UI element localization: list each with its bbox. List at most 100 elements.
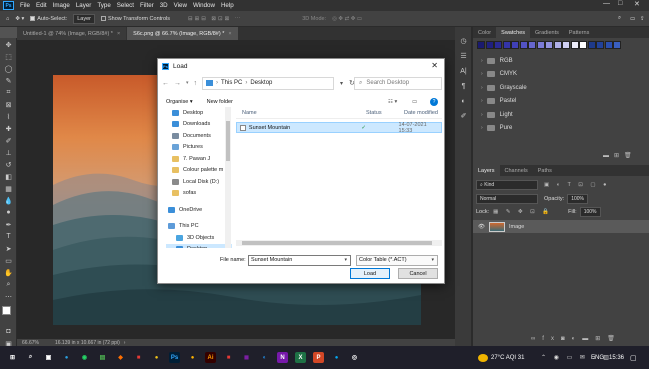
- minimize-button[interactable]: —: [603, 0, 610, 7]
- color-swatch[interactable]: [553, 41, 562, 49]
- lasso-tool-icon[interactable]: ◯: [2, 63, 15, 74]
- color-swatch[interactable]: [494, 41, 502, 49]
- menu-file[interactable]: File: [20, 2, 30, 9]
- auto-select-checkbox[interactable]: [30, 16, 36, 21]
- taskbar-app-icon[interactable]: ◎: [349, 352, 360, 363]
- history-icon[interactable]: ◷: [457, 35, 470, 47]
- close-window-button[interactable]: ✕: [634, 0, 640, 8]
- frame-tool-icon[interactable]: ⊠: [2, 99, 15, 110]
- link-icon[interactable]: ∞: [531, 336, 542, 342]
- eye-icon[interactable]: 👁: [478, 224, 485, 230]
- file-name-input[interactable]: Sunset Mountain ▾: [248, 254, 351, 266]
- menu-edit[interactable]: Edit: [36, 2, 47, 9]
- help-icon[interactable]: ?: [430, 97, 438, 106]
- taskbar-app-icon[interactable]: ●: [187, 352, 198, 363]
- nav-scrollbar[interactable]: [225, 107, 231, 248]
- recent-swatches[interactable]: [473, 38, 649, 54]
- language-indicator[interactable]: ENG: [591, 355, 604, 361]
- menu-layer[interactable]: Layer: [76, 2, 91, 9]
- add-icon[interactable]: ⊞: [614, 153, 624, 159]
- nav-item[interactable]: Colour palette m: [166, 165, 232, 177]
- taskbar-app-icon[interactable]: X: [295, 352, 306, 363]
- add-icon[interactable]: ⊞: [595, 336, 607, 342]
- color-swatch[interactable]: [502, 41, 511, 49]
- color-swatch[interactable]: [528, 41, 536, 49]
- marquee-tool-icon[interactable]: ⬚: [2, 51, 15, 62]
- align-icons[interactable]: ⊟⊞⊟ ⊠⊡⊠ ⋯: [188, 16, 242, 22]
- column-date-modified[interactable]: Date modified: [404, 110, 438, 116]
- color-swatch[interactable]: [545, 41, 553, 49]
- tab-layers[interactable]: Layers: [473, 165, 500, 176]
- gradient-tool-icon[interactable]: ▦: [2, 183, 15, 194]
- close-tab-icon[interactable]: ×: [228, 31, 231, 37]
- file-type-select[interactable]: Color Table (*.ACT) ▾: [356, 254, 438, 266]
- pen-tool-icon[interactable]: ✒: [2, 219, 15, 230]
- up-arrow-icon[interactable]: ↑: [194, 80, 198, 87]
- back-arrow-icon[interactable]: ←: [162, 80, 169, 87]
- weather-text[interactable]: 27°C AQI 31: [491, 355, 524, 361]
- menu-image[interactable]: Image: [53, 2, 70, 9]
- preview-pane-icon[interactable]: ▭: [412, 99, 417, 105]
- menu-select[interactable]: Select: [117, 2, 134, 9]
- home-icon[interactable]: ⌂: [6, 16, 9, 22]
- color-swatch[interactable]: [604, 41, 613, 49]
- color-swatch[interactable]: [519, 41, 528, 49]
- show-transform-checkbox[interactable]: [100, 16, 106, 21]
- color-swatch[interactable]: [562, 41, 570, 49]
- column-status[interactable]: Status: [366, 110, 404, 116]
- tab-gradients[interactable]: Gradients: [530, 30, 564, 36]
- nav-item[interactable]: This PC: [166, 221, 232, 233]
- history-brush-tool-icon[interactable]: ↺: [2, 159, 15, 170]
- nav-item[interactable]: Pictures: [166, 142, 232, 154]
- color-swatch[interactable]: [485, 41, 494, 49]
- color-swatch[interactable]: [511, 41, 519, 49]
- swatch-group-light[interactable]: › Light: [473, 108, 649, 122]
- scrollbar-thumb[interactable]: [242, 241, 432, 245]
- chevron-right-icon[interactable]: ›: [124, 340, 126, 346]
- tab-swatches[interactable]: Swatches: [496, 27, 531, 38]
- taskbar-app-icon[interactable]: N: [277, 352, 288, 363]
- swatch-group-pastel[interactable]: › Pastel: [473, 95, 649, 109]
- swatch-group-grayscale[interactable]: › Grayscale: [473, 81, 649, 95]
- breadcrumb-this-pc[interactable]: This PC: [221, 80, 242, 86]
- dodge-tool-icon[interactable]: ●: [2, 207, 15, 218]
- organise-button[interactable]: Organise ▾: [166, 99, 193, 105]
- taskbar-app-icon[interactable]: ◼: [241, 352, 252, 363]
- zoom-tool-icon[interactable]: ⌕: [2, 279, 15, 290]
- notifications-icon[interactable]: ▢: [630, 354, 637, 362]
- color-swatch[interactable]: [536, 41, 545, 49]
- blend-mode-dropdown[interactable]: Normal: [476, 194, 538, 204]
- nav-item[interactable]: Local Disk (D:): [166, 176, 232, 188]
- lock-icons[interactable]: ▦ ✎ ✥ ⊡ 🔒: [493, 209, 552, 215]
- rectangle-tool-icon[interactable]: ▭: [2, 255, 15, 266]
- zoom-level[interactable]: 66.67%: [22, 340, 39, 346]
- swatch-group-rgb[interactable]: › RGB: [473, 54, 649, 68]
- search-icon[interactable]: ⌕: [618, 15, 621, 22]
- forward-arrow-icon[interactable]: →: [174, 80, 181, 87]
- close-tab-icon[interactable]: ×: [117, 31, 120, 37]
- type-tool-icon[interactable]: T: [2, 231, 15, 242]
- menu-type[interactable]: Type: [97, 2, 110, 9]
- maximize-button[interactable]: □: [618, 0, 622, 7]
- load-button[interactable]: Load: [350, 268, 390, 279]
- tab-untitled-1[interactable]: Untitled-1 @ 74% (Image, RGB/8#) * ×: [17, 27, 127, 40]
- path-select-tool-icon[interactable]: ➤: [2, 243, 15, 254]
- view-options-icon[interactable]: ☷ ▾: [388, 99, 397, 105]
- swatch-group-cmyk[interactable]: › CMYK: [473, 68, 649, 82]
- tab-paths[interactable]: Paths: [533, 168, 557, 174]
- taskbar-app-icon[interactable]: ▣: [43, 352, 54, 363]
- clock[interactable]: 15:36: [609, 355, 624, 361]
- taskbar-app-icon[interactable]: ◐: [259, 352, 270, 363]
- quick-mask-icon[interactable]: ◘: [2, 326, 15, 337]
- folder-icon[interactable]: ▬: [582, 336, 595, 342]
- trash-icon[interactable]: 🗑: [607, 336, 622, 342]
- menu-help[interactable]: Help: [221, 2, 234, 9]
- share-icon[interactable]: ⇪: [640, 16, 645, 22]
- nav-item[interactable]: 7. Pawan J: [166, 153, 232, 165]
- workspace-icon[interactable]: ▭: [630, 16, 635, 22]
- color-swatches[interactable]: [0, 303, 16, 325]
- move-tool-icon[interactable]: ✥ ▾: [15, 16, 24, 22]
- scrollbar-thumb[interactable]: [226, 121, 230, 161]
- adjustment-icon[interactable]: ◐: [572, 336, 583, 342]
- column-name[interactable]: Name: [242, 110, 366, 116]
